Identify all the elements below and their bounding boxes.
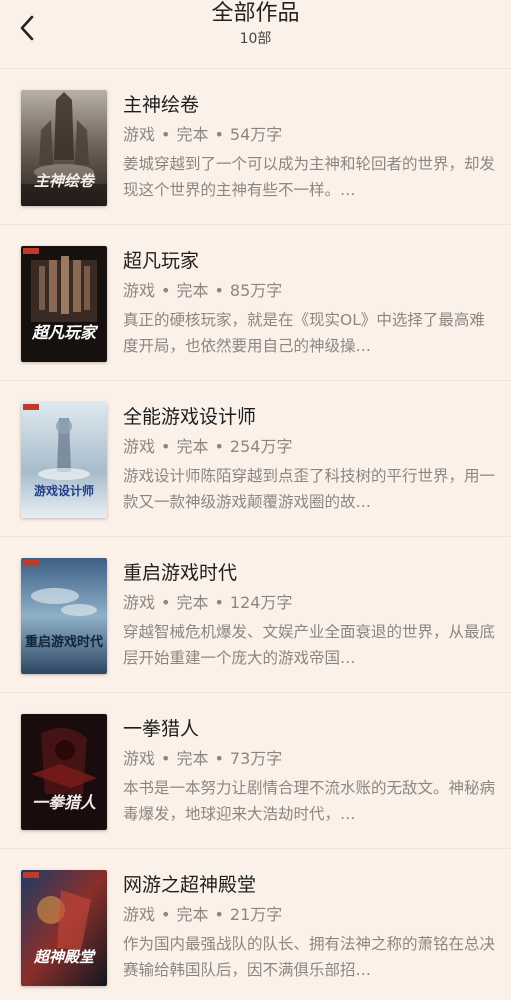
book-status: 完本 [176,905,209,924]
works-count: 10部 [239,31,272,47]
book-item[interactable]: 主神绘卷 主神绘卷 游戏 • 完本 • 54万字 姜城穿越到了一个可以成为主神和轮回者的… [0,69,511,225]
book-status: 完本 [176,437,209,456]
book-description: 姜城穿越到了一个可以成为主神和轮回者的世界，却发现这个世界的主神有些不一样。… [123,155,495,199]
book-title[interactable]: 主神绘卷 [123,92,495,118]
svg-text:游戏设计师: 游戏设计师 [34,483,94,498]
book-description: 游戏设计师陈陌穿越到点歪了科技树的平行世界，用一款又一款神级游戏颠覆游戏圈的故… [123,467,495,511]
book-item[interactable]: 一拳猎人 一拳猎人 游戏 • 完本 • 73万字 本书是一本努力让剧情合理不流水账的无敌… [0,693,511,849]
book-title[interactable]: 一拳猎人 [123,716,495,742]
svg-text:一拳猎人: 一拳猎人 [32,793,97,812]
book-genre: 游戏 [123,749,156,768]
book-cover[interactable]: 游戏设计师 [21,402,107,518]
svg-text:主神绘卷: 主神绘卷 [34,172,96,190]
book-item[interactable]: 超神殿堂 网游之超神殿堂 游戏 • 完本 • 21万字 作为国内最强战队的队长、拥有法神… [0,849,511,1000]
book-genre: 游戏 [123,905,156,924]
book-description: 作为国内最强战队的队长、拥有法神之称的萧铭在总决赛输给韩国队后，因不满俱乐部招… [123,935,495,979]
book-status: 完本 [176,281,209,300]
book-meta: 游戏 • 完本 • 21万字 [123,905,283,924]
svg-text:重启游戏时代: 重启游戏时代 [25,634,103,650]
book-description: 真正的硬核玩家，就是在《现实OL》中选择了最高难度开局，也依然要用自己的神级操… [123,311,485,355]
book-title[interactable]: 重启游戏时代 [123,560,495,586]
book-title[interactable]: 全能游戏设计师 [123,404,495,430]
book-item[interactable]: 游戏设计师 全能游戏设计师 游戏 • 完本 • 254万字 游戏设计师陈陌穿越到点歪了科… [0,381,511,537]
book-cover[interactable]: 主神绘卷 [21,90,107,206]
svg-text:超凡玩家: 超凡玩家 [31,323,99,342]
book-genre: 游戏 [123,593,156,612]
header-bar: 全部作品 10部 [0,0,511,69]
book-cover[interactable]: 超神殿堂 [21,870,107,986]
book-list: 主神绘卷 主神绘卷 游戏 • 完本 • 54万字 姜城穿越到了一个可以成为主神和轮回者的… [0,69,511,1000]
book-meta: 游戏 • 完本 • 124万字 [123,593,293,612]
book-meta: 游戏 • 完本 • 73万字 [123,749,283,768]
book-description: 穿越智械危机爆发、文娱产业全面衰退的世界，从最底层开始重建一个庞大的游戏帝国… [123,623,495,667]
book-status: 完本 [176,593,209,612]
book-title[interactable]: 超凡玩家 [123,248,495,274]
book-genre: 游戏 [123,437,156,456]
book-meta: 游戏 • 完本 • 85万字 [123,281,283,300]
book-word-count: 73万字 [229,749,283,768]
book-cover[interactable]: 一拳猎人 [21,714,107,830]
book-title[interactable]: 网游之超神殿堂 [123,872,495,898]
book-genre: 游戏 [123,281,156,300]
book-word-count: 254万字 [229,437,293,456]
book-genre: 游戏 [123,125,156,144]
book-description: 本书是一本努力让剧情合理不流水账的无敌文。神秘病毒爆发，地球迎来大浩劫时代，… [123,779,495,823]
book-word-count: 21万字 [229,905,283,924]
book-item[interactable]: 重启游戏时代 重启游戏时代 游戏 • 完本 • 124万字 穿越智械危机爆发、文娱产业全… [0,537,511,693]
book-status: 完本 [176,749,209,768]
book-status: 完本 [176,125,209,144]
page-title: 全部作品 [211,1,300,26]
book-meta: 游戏 • 完本 • 254万字 [123,437,293,456]
book-word-count: 85万字 [229,281,283,300]
book-word-count: 124万字 [229,593,293,612]
book-cover[interactable]: 重启游戏时代 [21,558,107,674]
book-item[interactable]: 超凡玩家 超凡玩家 游戏 • 完本 • 85万字 真正的硬核玩家，就是在《现实OL》中选… [0,225,511,381]
book-cover[interactable]: 超凡玩家 [21,246,107,362]
book-word-count: 54万字 [229,125,283,144]
book-meta: 游戏 • 完本 • 54万字 [123,125,283,144]
svg-text:超神殿堂: 超神殿堂 [33,948,96,966]
